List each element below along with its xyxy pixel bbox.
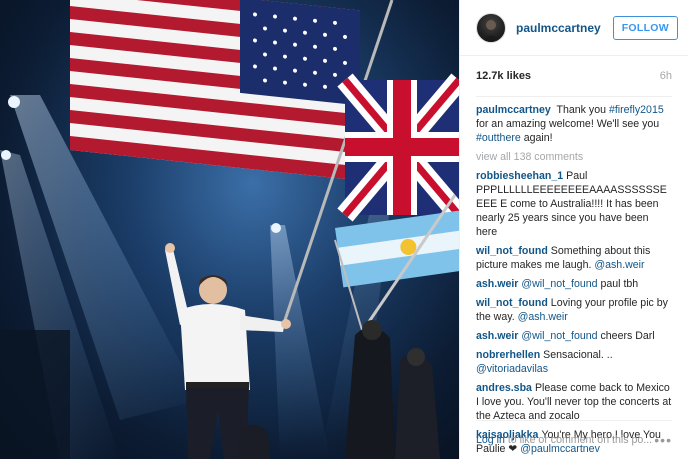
caption: paulmccartney Thank you #firefly2015 for…: [476, 103, 672, 145]
comment-username[interactable]: nobrerhellen: [476, 349, 540, 361]
comment-text: cheers Darl: [597, 330, 655, 342]
comment-username[interactable]: andres.sba: [476, 382, 532, 394]
comment-item: andres.sba Please come back to Mexico I l…: [476, 381, 672, 423]
caption-text-2: for an amazing welcome! We'll see you: [476, 118, 660, 130]
comment-item: ash.weir @wil_not_found cheers Darl: [476, 329, 672, 343]
caption-text-1: Thank you: [553, 104, 609, 116]
more-options-icon[interactable]: •••: [654, 432, 672, 448]
comment-item: wil_not_found Loving your profile pic by …: [476, 296, 672, 324]
post-stats: 12.7k likes 6h: [476, 56, 672, 97]
post-header: paulmccartney FOLLOW: [460, 0, 688, 56]
concert-photo-illustration: [0, 0, 459, 459]
post-footer: Log in to like or comment on this po... …: [476, 420, 672, 459]
comment-list: robbiesheehan_1 Paul PPPLLLLLLEEEEEEEEAAA…: [476, 169, 672, 456]
caption-username[interactable]: paulmccartney: [476, 104, 551, 116]
profile-photo-icon: [482, 19, 500, 42]
instagram-post-embed: paulmccartney FOLLOW 12.7k likes 6h paul…: [0, 0, 688, 459]
view-all-comments-link[interactable]: view all 138 comments: [476, 150, 672, 164]
follow-button[interactable]: FOLLOW: [612, 15, 678, 40]
comment-item: ash.weir @wil_not_found paul tbh: [476, 277, 672, 291]
comment-mention[interactable]: @vitoriadavilas: [476, 363, 548, 375]
hashtag-firefly2015[interactable]: #firefly2015: [609, 104, 664, 116]
comment-username[interactable]: wil_not_found: [476, 245, 548, 257]
comment-username[interactable]: robbiesheehan_1: [476, 170, 563, 182]
login-link[interactable]: Log in: [476, 434, 505, 446]
comment-text: Sensacional. ..: [543, 349, 613, 361]
comment-mention[interactable]: @wil_not_found: [521, 278, 597, 290]
comment-item: wil_not_found Something about this pictur…: [476, 244, 672, 272]
username-link[interactable]: paulmccartney: [516, 21, 613, 35]
post-photo[interactable]: [0, 0, 459, 459]
us-flag: [70, 0, 360, 181]
post-time[interactable]: 6h: [660, 70, 672, 82]
comment-mention[interactable]: @wil_not_found: [521, 330, 597, 342]
login-prompt-text: to like or comment on this po...: [504, 434, 653, 446]
comment-mention[interactable]: @ash.weir: [594, 259, 644, 271]
comment-item: robbiesheehan_1 Paul PPPLLLLLLEEEEEEEEAAA…: [476, 169, 672, 239]
comment-mention[interactable]: @ash.weir: [518, 311, 568, 323]
light-blue-flag: [335, 210, 459, 288]
uk-flag: [337, 73, 459, 222]
comment-text: paul tbh: [597, 278, 639, 290]
performer-silhouette: [165, 243, 291, 459]
hashtag-outthere[interactable]: #outthere: [476, 132, 521, 144]
post-details-panel: paulmccartney FOLLOW 12.7k likes 6h paul…: [459, 0, 688, 459]
likes-count[interactable]: 12.7k likes: [476, 70, 531, 82]
avatar[interactable]: [476, 12, 506, 43]
caption-text-3: again!: [520, 132, 553, 144]
comment-username[interactable]: ash.weir: [476, 330, 518, 342]
login-prompt: Log in to like or comment on this po...: [476, 434, 652, 446]
comment-username[interactable]: wil_not_found: [476, 297, 548, 309]
comments-section: paulmccartney Thank you #firefly2015 for…: [460, 97, 688, 456]
comment-item: nobrerhellen Sensacional. .. @vitoriadavi…: [476, 348, 672, 376]
comment-username[interactable]: ash.weir: [476, 278, 518, 290]
